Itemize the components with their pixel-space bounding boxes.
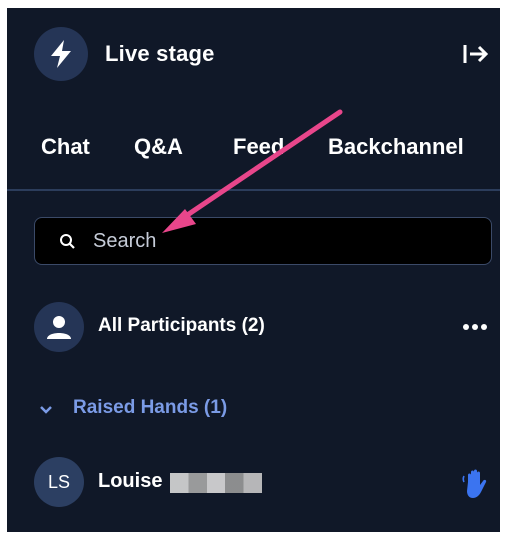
search-input[interactable]	[93, 226, 473, 256]
raised-hands-label: Raised Hands (1)	[73, 397, 228, 418]
raised-hand-icon	[462, 468, 492, 500]
live-stage-panel: Live stage Chat Q&A Feed Backchannel Sea…	[7, 8, 500, 532]
search-icon	[59, 233, 76, 250]
avatar: LS	[34, 457, 84, 507]
tabs-divider	[7, 189, 500, 191]
panel-title: Live stage	[105, 41, 215, 66]
exit-icon[interactable]	[463, 41, 489, 67]
panel-header: Live stage	[34, 27, 489, 81]
all-participants-row[interactable]: All Participants (2)	[34, 302, 492, 352]
tab-backchannel[interactable]: Backchannel	[328, 134, 464, 160]
participants-label: All Participants (2)	[98, 315, 265, 336]
search-box[interactable]	[34, 217, 492, 265]
more-icon[interactable]	[462, 318, 488, 336]
tab-feed[interactable]: Feed	[233, 134, 284, 160]
participant-name: Louise	[98, 470, 163, 492]
participants-icon	[34, 302, 84, 352]
redacted-surname	[170, 473, 262, 493]
participant-row[interactable]: LS Louise	[34, 457, 492, 507]
chevron-down-icon	[40, 403, 52, 415]
tab-chat[interactable]: Chat	[41, 134, 90, 160]
raised-hands-toggle[interactable]: Raised Hands (1)	[40, 397, 340, 423]
annotation-arrow	[162, 109, 343, 233]
bolt-icon	[34, 27, 88, 81]
tab-qa[interactable]: Q&A	[134, 134, 183, 160]
